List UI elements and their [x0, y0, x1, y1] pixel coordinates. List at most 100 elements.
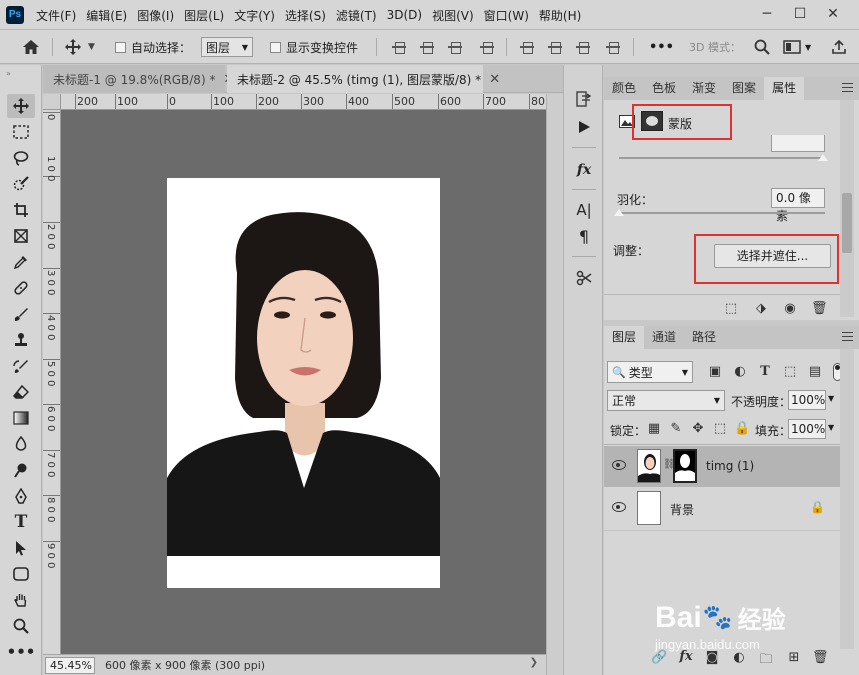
tab-document-1[interactable]: 未标题-1 @ 19.8%(RGB/8) * ✕	[43, 65, 234, 93]
filter-adjustment-icon[interactable]: ◐	[732, 364, 748, 379]
type-tool-icon[interactable]: T	[7, 510, 35, 534]
chevron-right-icon[interactable]: ❯	[530, 657, 538, 668]
path-selection-tool-icon[interactable]	[7, 536, 35, 560]
close-window-button[interactable]: ✕	[818, 0, 848, 30]
tab-color[interactable]: 颜色	[604, 77, 644, 100]
layer-visibility-eye-icon[interactable]	[612, 502, 626, 512]
layer-thumbnail[interactable]	[637, 491, 661, 525]
lock-transparent-pixels-icon[interactable]: ▦	[646, 421, 662, 436]
menu-3d[interactable]: 3D(D)	[387, 8, 422, 22]
character-panel-icon[interactable]: A|	[570, 198, 598, 222]
panel-menu-icon[interactable]	[842, 83, 853, 92]
tool-presets-icon[interactable]	[570, 266, 598, 290]
tab-swatches[interactable]: 色板	[644, 77, 684, 100]
clone-stamp-tool-icon[interactable]	[7, 328, 35, 352]
rectangle-tool-icon[interactable]	[7, 562, 35, 586]
filter-type-icon[interactable]: T	[757, 364, 773, 379]
paragraph-panel-icon[interactable]: ¶	[570, 224, 598, 248]
new-group-folder-icon[interactable]: 🗀	[758, 650, 774, 672]
menu-type[interactable]: 文字(Y)	[234, 7, 275, 24]
chevron-down-icon[interactable]: ▼	[828, 423, 834, 432]
marquee-tool-icon[interactable]	[7, 120, 35, 144]
tab-gradients[interactable]: 渐变	[684, 77, 724, 100]
menu-edit[interactable]: 编辑(E)	[86, 7, 127, 24]
layer-style-fx-icon[interactable]: fx	[570, 158, 598, 182]
layer-mask-thumbnail[interactable]	[673, 449, 697, 483]
menu-window[interactable]: 窗口(W)	[484, 7, 529, 24]
healing-brush-tool-icon[interactable]	[7, 276, 35, 300]
density-slider-thumb[interactable]	[818, 154, 828, 161]
history-brush-tool-icon[interactable]	[7, 354, 35, 378]
tab-layers[interactable]: 图层	[604, 326, 645, 349]
more-options-button[interactable]: •••	[649, 30, 674, 64]
auto-select-checkbox[interactable]	[115, 41, 126, 53]
tab-document-2[interactable]: 未标题-2 @ 45.5% (timg (1), 图层蒙版/8) * ✕	[227, 65, 500, 93]
feather-slider-thumb[interactable]	[614, 209, 624, 216]
new-layer-icon[interactable]: ⊞	[786, 650, 802, 665]
tab-paths[interactable]: 路径	[684, 326, 724, 349]
menu-file[interactable]: 文件(F)	[36, 7, 76, 24]
layer-row-background[interactable]: 背景 🔒	[604, 488, 842, 529]
lock-image-pixels-icon[interactable]: ✎	[668, 421, 684, 436]
search-button[interactable]	[754, 30, 770, 64]
zoom-tool-icon[interactable]	[7, 614, 35, 638]
pen-tool-icon[interactable]	[7, 484, 35, 508]
move-tool-icon[interactable]	[7, 94, 35, 118]
document-scrollbar[interactable]	[546, 94, 563, 675]
quick-select-tool-icon[interactable]	[7, 172, 35, 196]
share-button[interactable]	[831, 30, 847, 64]
opacity-field[interactable]: 100%	[788, 390, 826, 410]
eyedropper-tool-icon[interactable]	[7, 250, 35, 274]
align-vcenter-icon[interactable]	[548, 40, 562, 54]
align-hcenter-icon[interactable]	[420, 40, 434, 54]
auto-select-option[interactable]: 自动选择：	[115, 30, 191, 64]
close-icon[interactable]: ✕	[489, 72, 500, 87]
lock-artboard-icon[interactable]: ⬚	[712, 421, 728, 436]
density-field[interactable]	[771, 135, 825, 152]
layer-thumbnail[interactable]	[637, 449, 661, 483]
layer-visibility-eye-icon[interactable]	[612, 460, 626, 470]
blend-mode-dropdown[interactable]: 正常 ▼	[607, 390, 725, 411]
align-left-icon[interactable]	[392, 40, 406, 54]
auto-select-target-dropdown[interactable]: 图层 ▼	[201, 37, 253, 57]
chevron-down-icon[interactable]: ▼	[828, 394, 834, 403]
more-tools-icon[interactable]: •••	[7, 640, 36, 664]
menu-filter[interactable]: 滤镜(T)	[336, 7, 377, 24]
align-top-icon[interactable]	[520, 40, 534, 54]
move-tool-preset[interactable]: ▼	[64, 30, 95, 64]
tab-channels[interactable]: 通道	[644, 326, 684, 349]
align-bottom-icon[interactable]	[576, 40, 590, 54]
gradient-tool-icon[interactable]	[7, 406, 35, 430]
filter-pixel-icon[interactable]: ▣	[707, 364, 723, 379]
delete-layer-trash-icon[interactable]: 🗑	[812, 650, 829, 665]
density-slider[interactable]	[619, 157, 825, 159]
tab-patterns[interactable]: 图案	[724, 77, 764, 100]
load-selection-icon[interactable]: ⬚	[723, 301, 739, 316]
align-right-icon[interactable]	[448, 40, 462, 54]
new-adjustment-layer-icon[interactable]: ◐	[731, 650, 747, 665]
document-canvas[interactable]	[167, 178, 440, 588]
maximize-button[interactable]: ☐	[785, 0, 815, 30]
menu-layer[interactable]: 图层(L)	[184, 7, 224, 24]
workspace-button[interactable]: ▼	[783, 30, 811, 64]
layers-scrollbar[interactable]	[840, 349, 854, 649]
lock-all-icon[interactable]: 🔒	[734, 421, 750, 436]
lock-position-icon[interactable]: ✥	[690, 421, 706, 436]
crop-tool-icon[interactable]	[7, 198, 35, 222]
panel-grip-icon[interactable]: »	[6, 69, 36, 78]
apply-mask-icon[interactable]: ⬗	[753, 301, 769, 316]
show-transform-checkbox[interactable]	[270, 41, 281, 53]
zoom-level-field[interactable]: 45.45%	[45, 656, 95, 674]
distribute-vertical-icon[interactable]	[606, 40, 620, 54]
layer-filter-dropdown[interactable]: 🔍 类型 ▼	[607, 361, 693, 383]
show-transform-option[interactable]: 显示变换控件	[270, 30, 358, 64]
actions-play-icon[interactable]	[570, 115, 598, 139]
dodge-tool-icon[interactable]	[7, 458, 35, 482]
hand-tool-icon[interactable]	[7, 588, 35, 612]
fill-field[interactable]: 100%	[788, 419, 826, 439]
ruler-origin[interactable]	[43, 94, 61, 110]
properties-scrollbar[interactable]	[840, 100, 854, 317]
brush-tool-icon[interactable]	[7, 302, 35, 326]
menu-select[interactable]: 选择(S)	[285, 7, 326, 24]
link-layers-icon[interactable]: 🔗	[651, 650, 667, 665]
